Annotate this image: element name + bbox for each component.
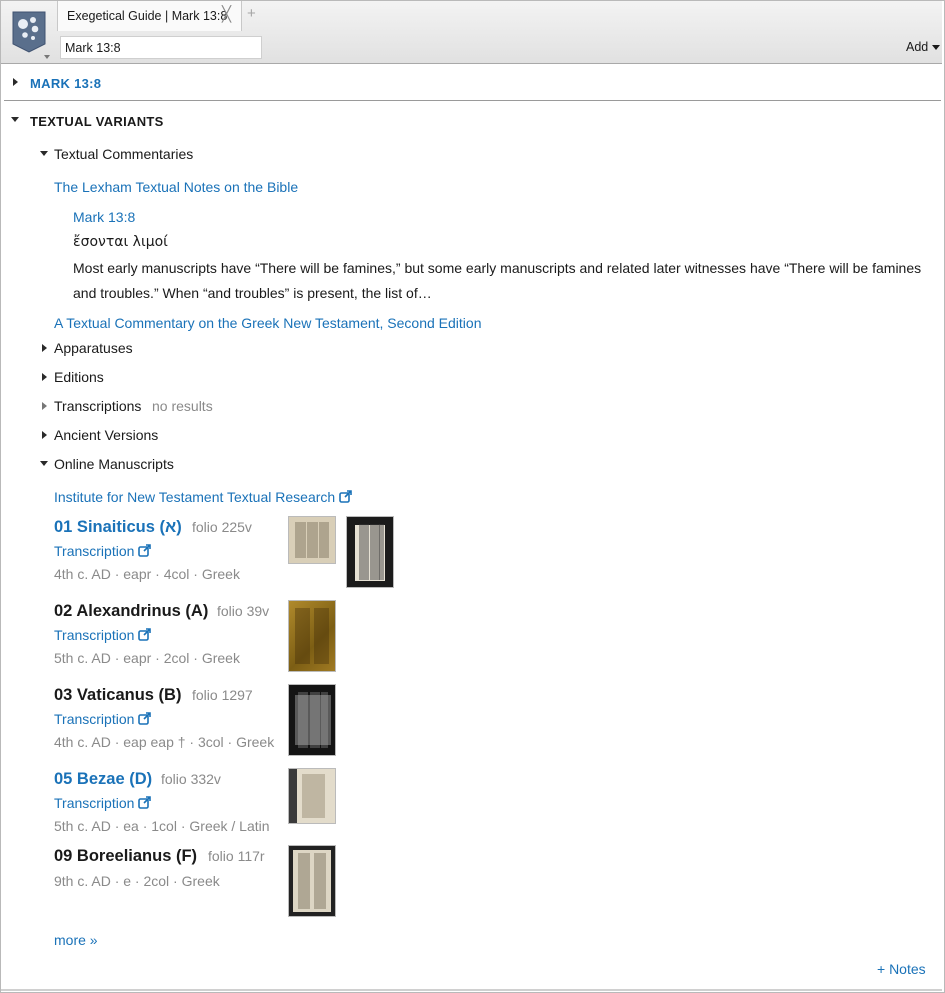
more-manuscripts-link[interactable]: more » (54, 932, 98, 948)
collapse-triangle-icon[interactable] (11, 117, 19, 122)
transcriptions-heading[interactable]: Transcriptions (54, 398, 141, 414)
add-notes-link[interactable]: + Notes (877, 961, 926, 977)
transcription-link[interactable]: Transcription (54, 627, 152, 643)
transcription-link-label: Transcription (54, 795, 135, 811)
external-link-icon (339, 490, 352, 503)
apparatuses-heading[interactable]: Apparatuses (54, 340, 133, 356)
manuscript-thumbnail[interactable] (288, 516, 336, 564)
manuscript-meta: 4th c. AD · eapr · 4col · Greek (54, 566, 240, 582)
panel-header: Exegetical Guide | Mark 13:8 ╳ + Add (1, 1, 942, 64)
manuscript-meta: 4th c. AD · eap eap † · 3col · Greek (54, 734, 275, 750)
manuscript-name: 02 Alexandrinus (A) (54, 602, 209, 620)
manuscript-meta: 5th c. AD · ea · 1col · Greek / Latin (54, 818, 270, 834)
manuscript-meta: 5th c. AD · eapr · 2col · Greek (54, 650, 240, 666)
manuscript-thumbnail[interactable] (288, 600, 336, 672)
passage-heading[interactable]: MARK 13:8 (30, 76, 101, 91)
manuscript-thumbnail[interactable] (346, 516, 394, 588)
reference-link[interactable]: Mark 13:8 (73, 209, 135, 225)
external-link-icon (138, 712, 152, 725)
manuscript-thumbnail[interactable] (288, 684, 336, 756)
new-tab-plus-icon[interactable]: + (247, 6, 256, 21)
online-manuscripts-heading[interactable]: Online Manuscripts (54, 456, 174, 472)
manuscript-thumbnail[interactable] (288, 768, 336, 824)
textual-commentaries-heading[interactable]: Textual Commentaries (54, 146, 193, 162)
manuscript-meta: 9th c. AD · e · 2col · Greek (54, 873, 220, 889)
transcription-link-label: Transcription (54, 711, 135, 727)
lexham-notes-link[interactable]: The Lexham Textual Notes on the Bible (54, 179, 298, 195)
add-menu-button[interactable]: Add (906, 40, 928, 54)
manuscript-name: 03 Vaticanus (B) (54, 686, 182, 704)
manuscript-folio: folio 117r (208, 848, 265, 864)
no-results-label: no results (152, 398, 213, 414)
editions-heading[interactable]: Editions (54, 369, 104, 385)
tab-exegetical-guide[interactable]: Exegetical Guide | Mark 13:8 ╳ (57, 1, 242, 31)
manuscript-thumbnail[interactable] (288, 845, 336, 917)
expand-triangle-icon[interactable] (42, 373, 47, 381)
expand-triangle-icon[interactable] (13, 78, 18, 86)
textual-variants-heading[interactable]: TEXTUAL VARIANTS (30, 114, 164, 129)
panel-bottom-border (1, 989, 942, 991)
tab-title: Exegetical Guide | Mark 13:8 (67, 9, 228, 23)
institute-link[interactable]: Institute for New Testament Textual Rese… (54, 489, 352, 505)
external-link-icon (138, 544, 152, 557)
external-link-icon (138, 628, 152, 641)
transcription-link[interactable]: Transcription (54, 795, 152, 811)
expand-triangle-icon[interactable] (42, 431, 47, 439)
transcription-link-label: Transcription (54, 627, 135, 643)
reference-input[interactable] (60, 36, 262, 59)
institute-link-label: Institute for New Testament Textual Rese… (54, 489, 336, 505)
transcription-link-label: Transcription (54, 543, 135, 559)
section-divider (4, 100, 941, 101)
manuscript-folio: folio 225v (192, 519, 252, 535)
collapse-triangle-icon[interactable] (40, 461, 48, 466)
metzger-commentary-link[interactable]: A Textual Commentary on the Greek New Te… (54, 315, 482, 331)
external-link-icon (138, 796, 152, 809)
commentary-excerpt: Most early manuscripts have “There will … (73, 260, 922, 301)
transcription-link[interactable]: Transcription (54, 543, 152, 559)
collapse-triangle-icon[interactable] (40, 151, 48, 156)
greek-lemma: ἔσονται λιμοί (73, 234, 168, 250)
ancient-versions-heading[interactable]: Ancient Versions (54, 427, 158, 443)
manuscript-name-link[interactable]: 05 Bezae (D) (54, 770, 152, 789)
transcription-link[interactable]: Transcription (54, 711, 152, 727)
manuscript-name-link[interactable]: 01 Sinaiticus (א) (54, 518, 182, 537)
logos-app-icon[interactable] (11, 10, 47, 54)
manuscript-folio: folio 1297 (192, 687, 253, 703)
expand-triangle-icon[interactable] (42, 344, 47, 352)
close-icon[interactable]: ╳ (222, 7, 231, 22)
manuscript-name: 09 Boreelianus (F) (54, 847, 198, 865)
chevron-down-icon[interactable] (932, 45, 940, 50)
manuscript-folio: folio 332v (161, 771, 221, 787)
panel-menu-caret-icon[interactable] (44, 55, 50, 59)
manuscript-folio: folio 39v (217, 603, 270, 619)
expand-triangle-icon[interactable] (42, 402, 47, 410)
